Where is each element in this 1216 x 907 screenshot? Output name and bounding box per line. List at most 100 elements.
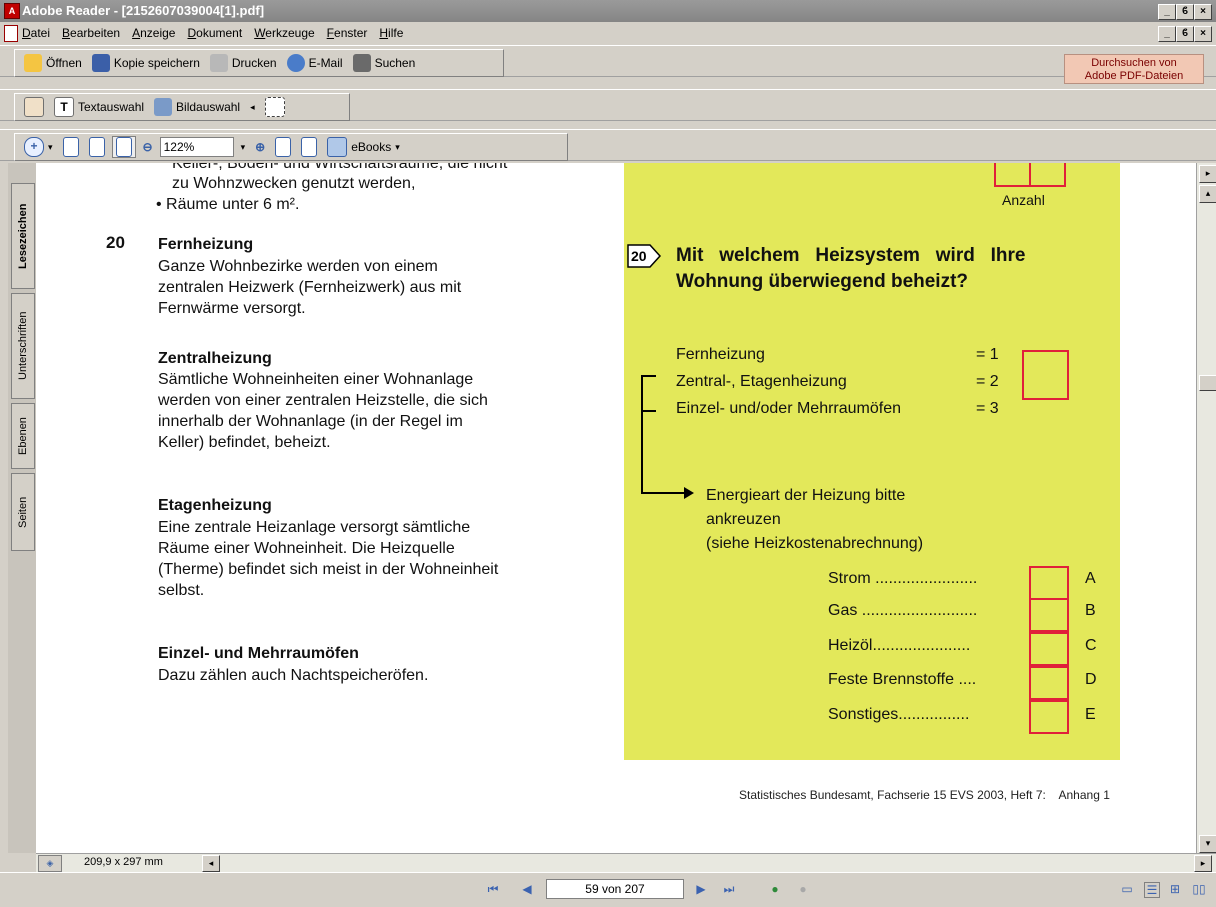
scroll-up-button[interactable]: ▴ bbox=[1199, 185, 1216, 203]
menu-anzeige[interactable]: Anzeige bbox=[132, 26, 175, 40]
zoom-dropdown-arrow[interactable]: ▾ bbox=[238, 142, 249, 153]
energy-gas-checkbox[interactable] bbox=[1029, 598, 1069, 632]
tab-ebenen-label: Ebenen bbox=[17, 417, 29, 455]
vertical-scrollbar[interactable]: ▸ ▴ ▾ bbox=[1196, 163, 1216, 853]
ebooks-label: eBooks bbox=[351, 140, 392, 154]
save-copy-button[interactable]: Kopie speichern bbox=[89, 54, 203, 72]
scroll-right-button[interactable]: ▸ bbox=[1194, 855, 1212, 872]
window-controls: _ ϐ × bbox=[1158, 4, 1212, 20]
anzahl-box-2[interactable] bbox=[1029, 163, 1066, 187]
minimize-button[interactable]: _ bbox=[1158, 4, 1176, 20]
print-button[interactable]: Drucken bbox=[207, 54, 280, 72]
close-button[interactable]: × bbox=[1194, 4, 1212, 20]
zoom-in-button[interactable]: ⊕ bbox=[252, 140, 268, 154]
anzahl-box-1[interactable] bbox=[994, 163, 1031, 187]
fit-width-button[interactable] bbox=[111, 136, 136, 158]
selection-toolbar-group: T Textauswahl Bildauswahl ◂ bbox=[14, 93, 350, 121]
menu-dokument[interactable]: Dokument bbox=[187, 26, 242, 40]
chevron-down-icon: ▾ bbox=[48, 141, 53, 152]
scroll-thumb[interactable] bbox=[1199, 375, 1216, 391]
fern-line-2: zentralen Heizwerk (Fernheizwerk) aus mi… bbox=[158, 279, 462, 296]
next-page-button[interactable]: ▶ bbox=[694, 882, 708, 896]
fernheizung-body: Ganze Wohnbezirke werden von einem zentr… bbox=[158, 256, 461, 319]
tab-seiten[interactable]: Seiten bbox=[11, 473, 35, 551]
tab-unterschriften[interactable]: Unterschriften bbox=[11, 293, 35, 399]
page-size-icon: ◈ bbox=[38, 855, 62, 872]
doc-minimize-button[interactable]: _ bbox=[1158, 26, 1176, 42]
print-label: Drucken bbox=[231, 56, 277, 70]
fernheizung-title: Fernheizung bbox=[158, 236, 254, 253]
menu-datei[interactable]: Datei bbox=[22, 26, 50, 40]
question-form-panel: Anzahl 20 Mit welchem Heizsystem wird Ih… bbox=[624, 163, 1120, 760]
window-title: Adobe Reader - [2152607039004[1].pdf] bbox=[22, 3, 265, 18]
energy-heizoel-label: Heizöl...................... bbox=[828, 637, 971, 654]
rotate-right-icon bbox=[275, 137, 292, 157]
tab-seiten-label: Seiten bbox=[17, 496, 29, 528]
search-adobe-line2: Adobe PDF-Dateien bbox=[1084, 70, 1184, 82]
exclusion-bullet: • Räume unter 6 m². bbox=[156, 196, 300, 213]
text-select-button[interactable]: T Textauswahl bbox=[51, 97, 147, 117]
scroll-right-arrow-icon[interactable]: ▸ bbox=[1199, 165, 1216, 183]
go-back-button[interactable]: ● bbox=[768, 882, 782, 896]
page-number-field[interactable]: 59 von 207 bbox=[546, 879, 684, 899]
last-page-button[interactable]: ⏭ bbox=[722, 882, 736, 896]
first-page-button[interactable]: ⏮ bbox=[486, 882, 500, 896]
email-button[interactable]: E-Mail bbox=[284, 54, 346, 72]
rotate-clockwise-button[interactable] bbox=[272, 137, 294, 157]
page-size-label: 209,9 x 297 mm bbox=[84, 856, 163, 868]
energy-strom-checkbox[interactable] bbox=[1029, 566, 1069, 600]
energy-heizoel-letter: C bbox=[1085, 637, 1097, 654]
menu-fenster[interactable]: Fenster bbox=[327, 26, 368, 40]
zoom-level-field[interactable]: 122% bbox=[159, 137, 234, 157]
view-toolbar-group: + ▾ ⊖ 122% ▾ ⊕ eBooks ▾ bbox=[14, 133, 568, 161]
open-button[interactable]: Öffnen bbox=[21, 54, 85, 72]
zoom-in-tool-button[interactable]: + ▾ bbox=[21, 137, 56, 157]
menu-bearbeiten[interactable]: Bearbeiten bbox=[62, 26, 120, 40]
view-toolbar: + ▾ ⊖ 122% ▾ ⊕ eBooks ▾ bbox=[0, 129, 1216, 161]
previous-page-button[interactable]: ◀ bbox=[520, 882, 534, 896]
horizontal-scrollbar[interactable]: ◈ 209,9 x 297 mm ◂ ▸ bbox=[36, 853, 1216, 873]
search-button[interactable]: Suchen bbox=[350, 54, 419, 72]
tab-ebenen[interactable]: Ebenen bbox=[11, 403, 35, 469]
restore-button[interactable]: ϐ bbox=[1176, 4, 1194, 20]
etagen-line-4: selbst. bbox=[158, 582, 205, 599]
energy-heizoel-checkbox[interactable] bbox=[1029, 632, 1069, 666]
menu-hilfe[interactable]: Hilfe bbox=[379, 26, 403, 40]
document-page[interactable]: Keller-, Boden- und Wirtschaftsräume, di… bbox=[36, 163, 1196, 853]
zentral-line-2: werden von einer zentralen Heizstelle, d… bbox=[158, 392, 488, 409]
option-einzel-mehrraum-code: = 3 bbox=[976, 400, 999, 417]
toolbar-expand-arrow[interactable]: ◂ bbox=[247, 102, 258, 113]
doc-restore-button[interactable]: ϐ bbox=[1176, 26, 1194, 42]
einzelofen-body: Dazu zählen auch Nachtspeicheröfen. bbox=[158, 665, 428, 686]
doc-close-button[interactable]: × bbox=[1194, 26, 1212, 42]
image-select-button[interactable]: Bildauswahl bbox=[151, 98, 243, 116]
continuous-facing-view-button[interactable]: ⊞ bbox=[1168, 882, 1182, 896]
zoom-out-button[interactable]: ⊖ bbox=[140, 140, 156, 154]
actual-size-button[interactable] bbox=[60, 137, 82, 157]
scroll-down-button[interactable]: ▾ bbox=[1199, 835, 1216, 853]
hand-tool-button[interactable] bbox=[21, 97, 47, 117]
fit-page-button[interactable] bbox=[86, 137, 108, 157]
magnifier-plus-icon: + bbox=[24, 137, 44, 157]
energy-line-3: (siehe Heizkostenabrechnung) bbox=[706, 535, 924, 552]
image-select-label: Bildauswahl bbox=[176, 100, 241, 114]
scroll-left-button[interactable]: ◂ bbox=[202, 855, 220, 872]
continuous-view-button[interactable]: ☰ bbox=[1144, 882, 1160, 898]
energy-feste-checkbox[interactable] bbox=[1029, 666, 1069, 700]
menu-werkzeuge[interactable]: Werkzeuge bbox=[254, 26, 314, 40]
facing-view-button[interactable]: ▯▯ bbox=[1192, 882, 1206, 896]
search-adobe-line1: Durchsuchen von bbox=[1091, 57, 1177, 69]
ebooks-icon bbox=[327, 137, 348, 157]
ebooks-button[interactable]: eBooks ▾ bbox=[324, 137, 403, 157]
energy-gas-label: Gas .......................... bbox=[828, 602, 978, 619]
tab-lesezeichen[interactable]: Lesezeichen bbox=[11, 183, 35, 289]
binoculars-icon bbox=[352, 54, 371, 72]
single-page-view-button[interactable]: ▭ bbox=[1120, 882, 1134, 896]
heating-system-answer-box[interactable] bbox=[1022, 350, 1069, 400]
energy-sonstiges-checkbox[interactable] bbox=[1029, 700, 1069, 734]
snapshot-tool-button[interactable] bbox=[262, 97, 288, 117]
file-toolbar: Öffnen Kopie speichern Drucken E-Mail Su… bbox=[0, 45, 1216, 77]
search-adobe-pdf-button[interactable]: Durchsuchen von Adobe PDF-Dateien bbox=[1064, 54, 1204, 84]
rotate-counterclockwise-button[interactable] bbox=[298, 137, 320, 157]
go-forward-button[interactable]: ● bbox=[796, 882, 810, 896]
